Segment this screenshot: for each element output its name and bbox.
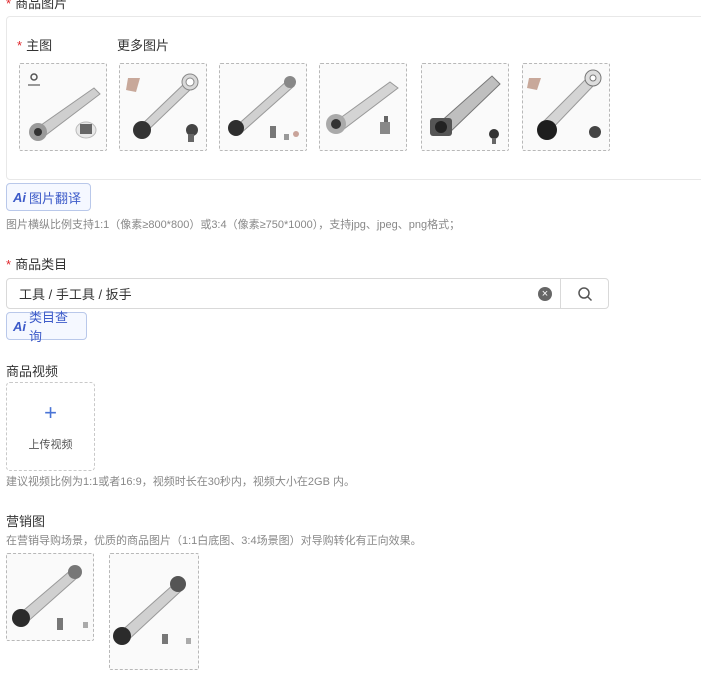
image-format-hint: 图片横纵比例支持1:1（像素≥800*800）或3:4（像素≥750*1000）… [6, 219, 461, 231]
product-images-title: * 商品图片 [6, 0, 67, 12]
more-images-label: 更多图片 [117, 38, 170, 53]
required-mark: * [6, 0, 12, 11]
video-hint: 建议视频比例为1:1或者16:9，视频时长在30秒内，视频大小在2GB 内。 [6, 476, 356, 488]
marketing-title: 营销图 [6, 514, 46, 529]
category-value: 工具 / 手工具 / 扳手 [19, 287, 132, 302]
search-icon [577, 286, 592, 301]
thumb-more-3[interactable] [319, 63, 407, 151]
upload-video-label: 上传视频 [28, 438, 73, 451]
video-title: 商品视频 [6, 364, 59, 379]
marketing-image-square[interactable] [6, 553, 94, 641]
category-input[interactable]: 工具 / 手工具 / 扳手 × [6, 278, 609, 309]
wrench-image [28, 73, 101, 141]
ai-icon: Ai [13, 189, 26, 205]
clear-icon[interactable]: × [538, 286, 552, 301]
thumb-more-1[interactable] [119, 63, 207, 151]
category-title: * 商品类目 [6, 257, 68, 272]
thumb-more-5[interactable] [522, 63, 610, 151]
category-search-button[interactable] [560, 279, 608, 308]
thumb-more-4[interactable] [421, 63, 509, 151]
ai-category-query-label: 类目查询 [29, 310, 69, 344]
marketing-hint: 在营销导购场景，优质的商品图片（1:1白底图、3:4场景图）对导购转化有正向效果… [6, 535, 422, 547]
thumb-main[interactable] [19, 63, 107, 151]
thumb-more-2[interactable] [219, 63, 307, 151]
plus-icon: + [44, 399, 57, 425]
ai-image-translate-button[interactable]: Ai 图片翻译 [6, 183, 91, 211]
upload-video-button[interactable]: + 上传视频 [6, 382, 95, 471]
marketing-image-portrait[interactable] [109, 553, 199, 670]
ai-category-query-button[interactable]: Ai 类目查询 [6, 310, 87, 344]
ai-image-translate-label: 图片翻译 [29, 190, 82, 206]
ai-icon: Ai [13, 318, 26, 334]
main-image-label: * 主图 [17, 38, 53, 53]
